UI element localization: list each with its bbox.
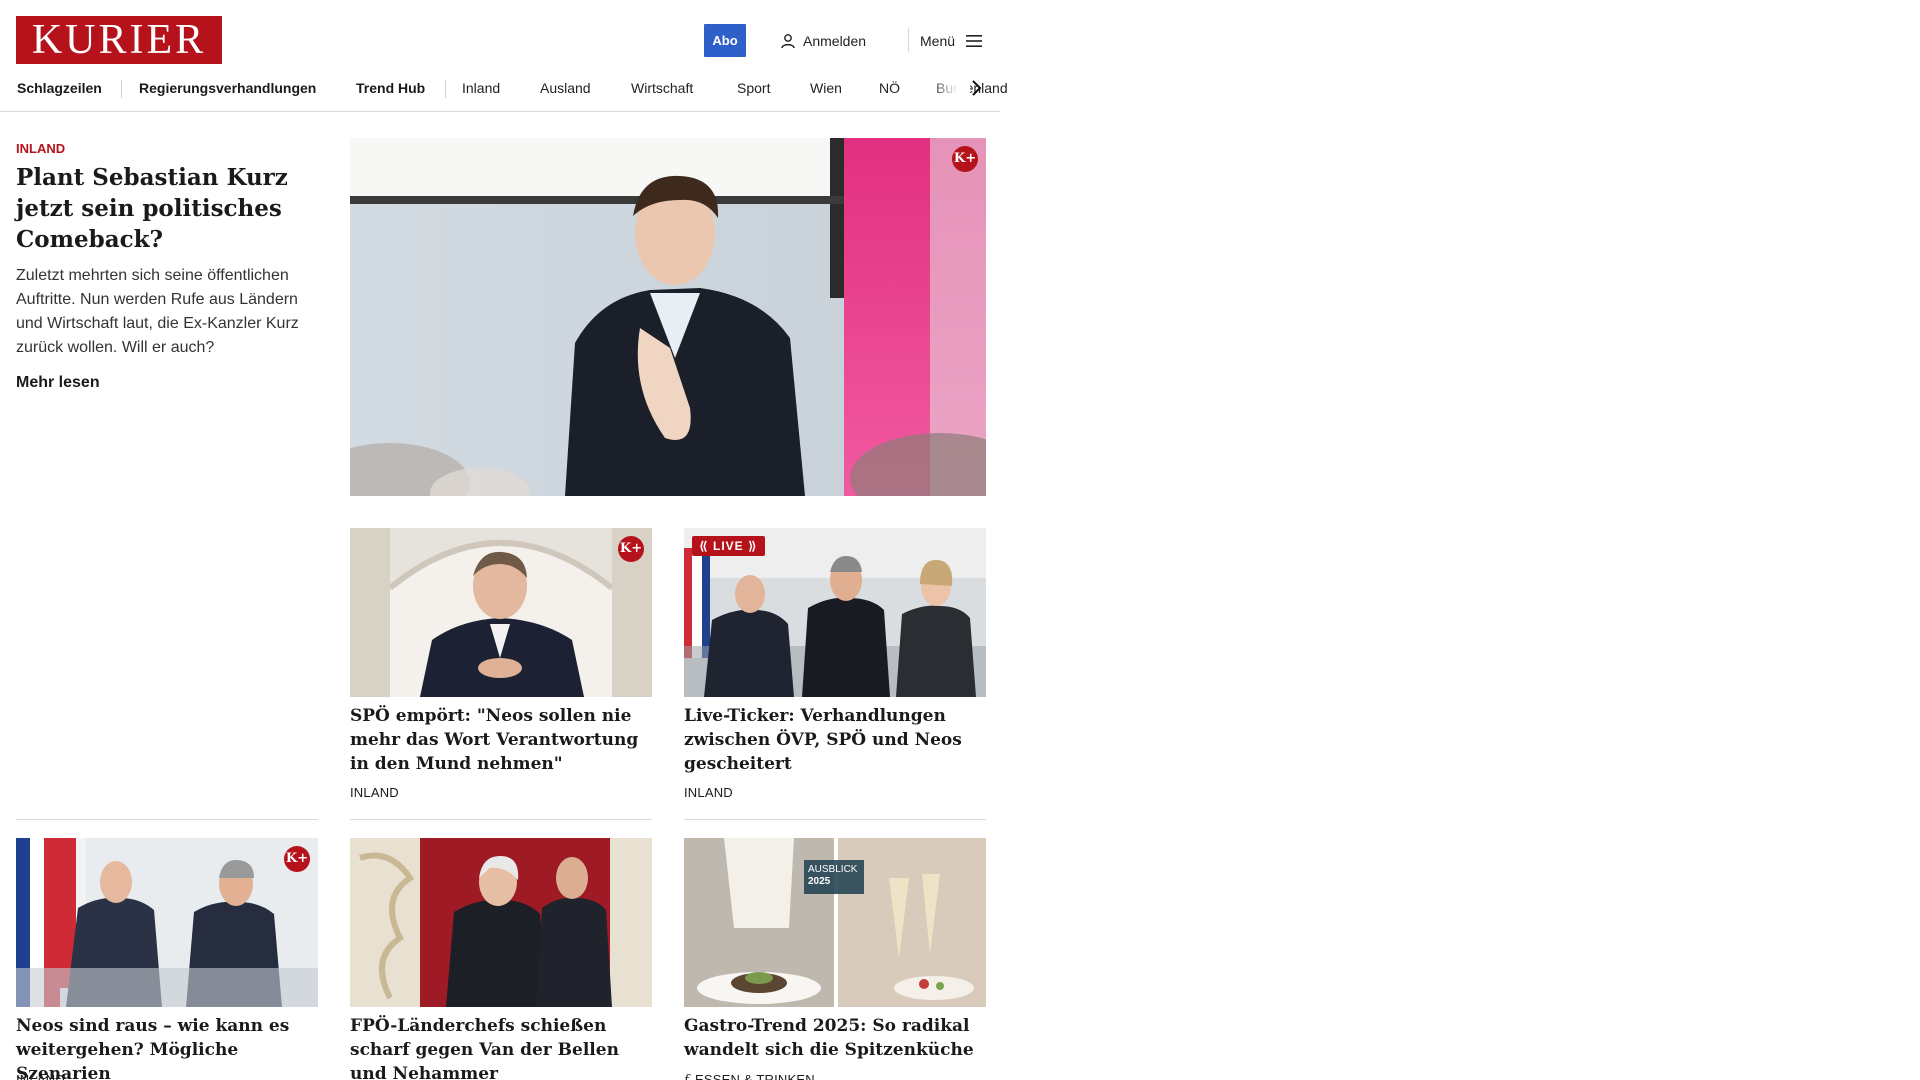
card-headline[interactable]: Neos sind raus – wie kann es wei­tergehe… xyxy=(16,1014,318,1080)
divider xyxy=(684,819,986,820)
section-nav: Schlagzeilen Regierungsverhandlungen Tre… xyxy=(0,74,1008,102)
nav-item-noe[interactable]: NÖ xyxy=(879,74,900,102)
chevron-right-icon[interactable] xyxy=(966,78,986,98)
card-headline[interactable]: SPÖ empört: "Neos sollen nie mehr das Wo… xyxy=(350,704,652,776)
read-more-link[interactable]: Mehr lesen xyxy=(16,374,100,392)
fork-icon: f xyxy=(684,1073,689,1080)
card-image[interactable]: ⟪ LIVE ⟫ xyxy=(684,528,986,697)
card-photo xyxy=(16,838,318,1007)
live-badge: ⟪ LIVE ⟫ xyxy=(692,536,765,556)
card-headline[interactable]: Live-Ticker: Verhandlungen zwi­schen ÖVP… xyxy=(684,704,986,776)
nav-item-wirtschaft[interactable]: Wirtschaft xyxy=(631,74,693,102)
nav-item-inland[interactable]: Inland xyxy=(462,74,500,102)
nav-item-sport[interactable]: Sport xyxy=(737,74,770,102)
kurier-logo[interactable]: KURIER xyxy=(16,16,222,64)
nav-fade xyxy=(930,74,970,102)
lead-category[interactable]: INLAND xyxy=(16,141,65,156)
nav-separator xyxy=(121,80,122,98)
divider xyxy=(350,819,652,820)
card-category[interactable]: INLAND xyxy=(350,785,399,800)
divider xyxy=(16,819,318,820)
card-category-row[interactable]: f ESSEN & TRINKEN xyxy=(684,1072,815,1080)
login-label: Anmelden xyxy=(803,32,867,49)
card-image[interactable]: K+ xyxy=(16,838,318,1007)
card-image[interactable]: K+ xyxy=(350,528,652,697)
nav-item-ausland[interactable]: Ausland xyxy=(540,74,591,102)
user-icon xyxy=(781,33,795,48)
nav-item-schlagzeilen[interactable]: Schlagzeilen xyxy=(17,74,102,102)
hamburger-icon xyxy=(966,34,983,47)
kplus-badge-icon: K+ xyxy=(952,146,978,172)
login-button[interactable]: Anmelden xyxy=(780,24,866,57)
card-category[interactable]: INLAND xyxy=(684,785,733,800)
lead-headline[interactable]: Plant Sebastian Kurz jetzt sein politisc… xyxy=(16,162,316,255)
header-divider xyxy=(908,28,909,52)
card-category: ESSEN & TRINKEN xyxy=(695,1072,815,1080)
card-image[interactable]: AUSBLICK 2025 xyxy=(684,838,986,1007)
lead-photo xyxy=(350,138,986,496)
menu-label: Menü xyxy=(920,32,956,49)
site-header: KURIER Abo Anmelden Menü Schlagzeilen Re… xyxy=(0,0,1008,112)
card-headline[interactable]: FPÖ-Länderchefs schießen scharf gegen Va… xyxy=(350,1014,652,1080)
ausblick-year: 2025 xyxy=(808,876,831,887)
kplus-badge-icon: K+ xyxy=(284,846,310,872)
kplus-badge-icon: K+ xyxy=(618,536,644,562)
menu-button[interactable]: Menü xyxy=(920,24,983,57)
card-headline[interactable]: Gastro-Trend 2025: So radikal wan­delt s… xyxy=(684,1014,986,1062)
nav-item-trend-hub[interactable]: Trend Hub xyxy=(356,74,425,102)
lead-teaser: Zuletzt mehrten sich seine öffentlichen … xyxy=(16,267,299,356)
card-image[interactable] xyxy=(350,838,652,1007)
abo-button[interactable]: Abo xyxy=(704,24,746,57)
ausblick-overlay: AUSBLICK 2025 xyxy=(804,860,864,894)
card-photo xyxy=(350,838,652,1007)
card-photo xyxy=(350,528,652,697)
nav-item-wien[interactable]: Wien xyxy=(810,74,842,102)
card-category[interactable]: INLAND xyxy=(16,1072,65,1080)
nav-item-regierungsverhandlungen[interactable]: Regierungsverhandlungen xyxy=(139,74,316,102)
ausblick-label: AUSBLICK xyxy=(808,864,858,875)
nav-separator xyxy=(445,80,446,98)
lead-image[interactable]: K+ xyxy=(350,138,986,496)
